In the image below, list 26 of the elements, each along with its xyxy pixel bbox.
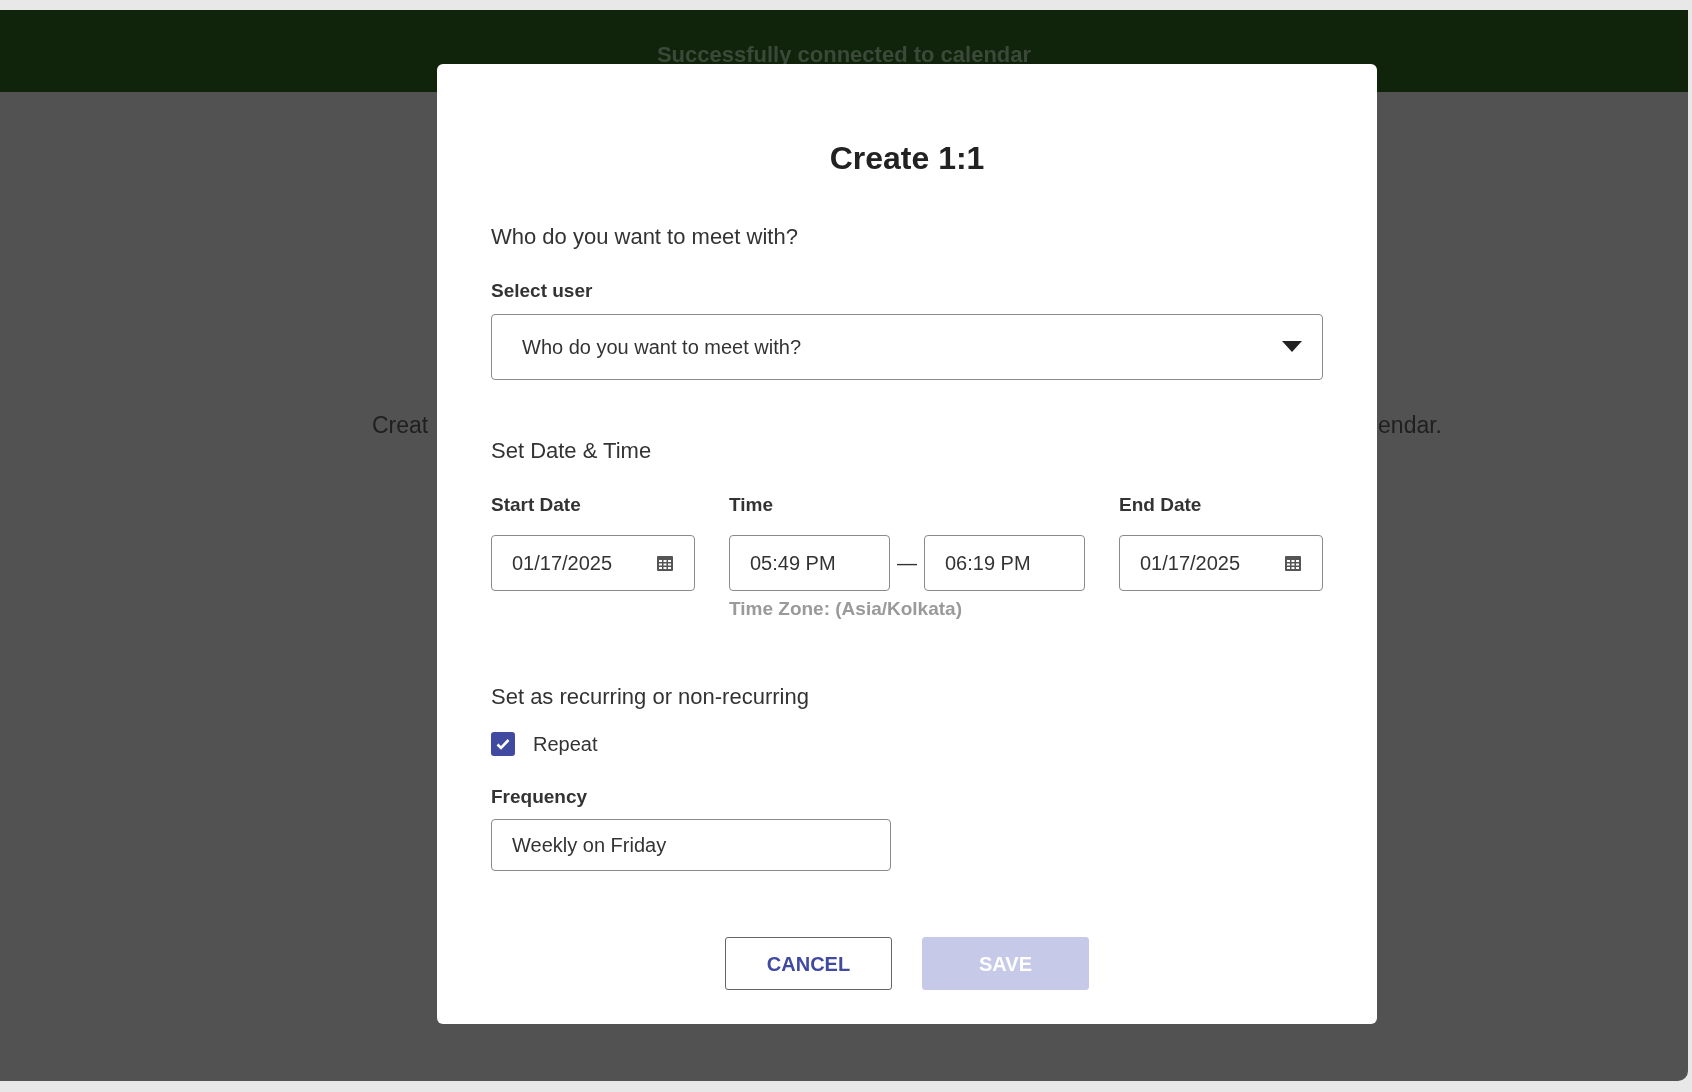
field-label: Frequency <box>491 784 588 809</box>
checkbox-label: Repeat <box>533 731 598 757</box>
time-field[interactable]: 05:49 PM <box>729 535 890 591</box>
date-field[interactable]: 01/17/2025 <box>1119 535 1323 591</box>
calendar-icon[interactable] <box>656 554 674 572</box>
checkbox[interactable] <box>491 731 515 756</box>
caret-icon[interactable] <box>1282 340 1302 353</box>
frequency-field[interactable]: Weekly on Friday <box>491 819 891 871</box>
section-heading: Set Date & Time <box>491 436 652 465</box>
field-label: Select user <box>491 279 593 303</box>
time-separator: — <box>896 551 918 576</box>
timezone-text: Time Zone: (Asia/Kolkata) <box>729 597 962 621</box>
field-label: Time <box>729 492 773 517</box>
user-select[interactable]: Who do you want to meet with? <box>491 313 1323 380</box>
date-field[interactable]: 01/17/2025 <box>491 535 695 591</box>
dialog-title: Create 1:1 <box>829 140 985 176</box>
calendar-icon[interactable] <box>1284 554 1302 572</box>
field-label: Start Date <box>491 492 581 517</box>
check-icon <box>496 737 510 750</box>
date-value: 01/17/2025 <box>1140 551 1241 576</box>
section-heading: Who do you want to meet with? <box>491 223 798 251</box>
date-value: 01/17/2025 <box>512 551 613 576</box>
cancel-button[interactable]: CANCEL <box>725 937 892 990</box>
section-heading: Set as recurring or non-recurring <box>491 682 809 711</box>
time-field[interactable]: 06:19 PM <box>924 535 1085 591</box>
field-label: End Date <box>1119 492 1202 517</box>
